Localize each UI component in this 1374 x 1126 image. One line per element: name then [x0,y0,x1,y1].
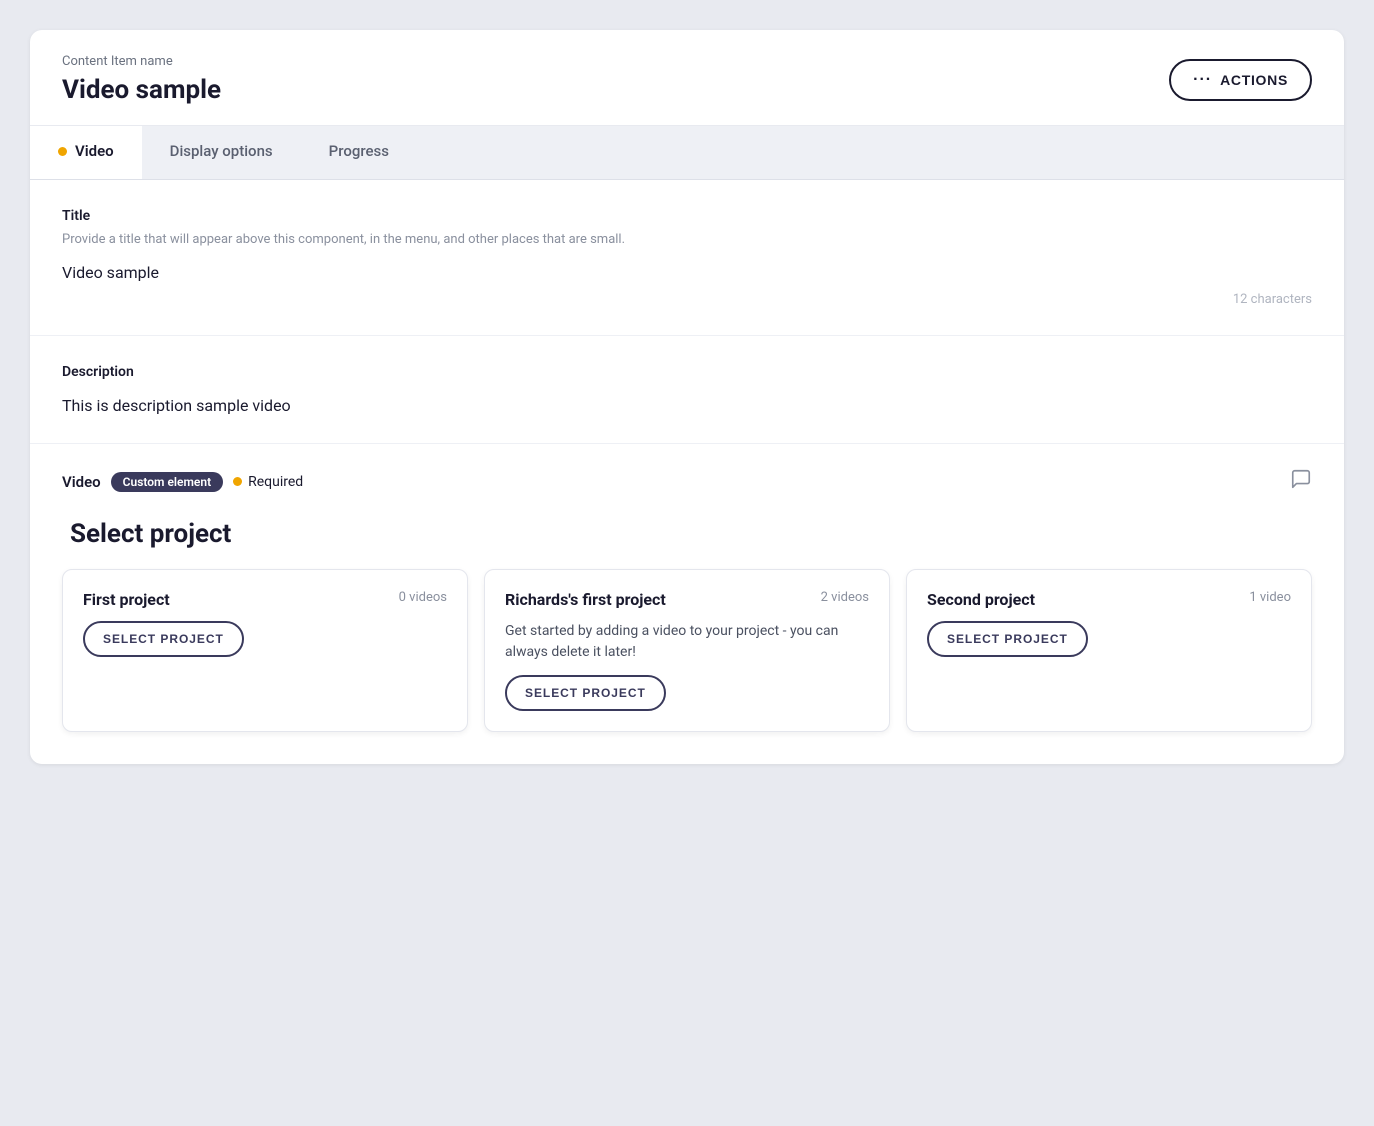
tab-progress-label: Progress [329,142,389,160]
description-value[interactable]: This is description sample video [62,396,1312,415]
select-project-btn-0[interactable]: SELECT PROJECT [83,621,244,657]
title-section: Title Provide a title that will appear a… [30,180,1344,336]
projects-grid: First project 0 videos SELECT PROJECT Ri… [62,569,1312,732]
video-count-0: 0 videos [399,590,447,605]
custom-element-badge: Custom element [111,472,223,492]
main-container: Content Item name Video sample ··· ACTIO… [30,30,1344,764]
project-card-header-0: First project 0 videos [83,590,447,609]
video-count-2: 1 video [1249,590,1291,605]
description-section: Description This is description sample v… [30,336,1344,444]
description-section-label: Description [62,364,1312,380]
title-section-label: Title [62,208,1312,224]
tab-dot-video [58,147,67,156]
select-project-btn-2[interactable]: SELECT PROJECT [927,621,1088,657]
project-card-1: Richards's first project 2 videos Get st… [484,569,890,732]
comment-icon[interactable] [1290,468,1312,495]
required-label: Required [248,474,303,490]
tab-video-label: Video [75,142,114,160]
tabs-bar: Video Display options Progress [30,126,1344,180]
project-card-header-2: Second project 1 video [927,590,1291,609]
actions-button-label: ACTIONS [1220,72,1288,88]
project-name-1: Richards's first project [505,590,666,609]
char-count: 12 characters [62,292,1312,307]
content-item-label: Content Item name [62,54,221,69]
project-name-2: Second project [927,590,1035,609]
tab-video[interactable]: Video [30,126,142,179]
header-left: Content Item name Video sample [62,54,221,105]
select-project-title: Select project [62,519,1312,549]
video-count-1: 2 videos [821,590,869,605]
project-card-header-1: Richards's first project 2 videos [505,590,869,609]
header: Content Item name Video sample ··· ACTIO… [30,30,1344,126]
dots-icon: ··· [1193,71,1212,89]
video-section: Video Custom element Required Select pro… [30,444,1344,764]
tab-progress[interactable]: Progress [301,126,417,179]
title-value[interactable]: Video sample [62,263,1312,282]
select-project-btn-1[interactable]: SELECT PROJECT [505,675,666,711]
project-description-1: Get started by adding a video to your pr… [505,621,869,663]
tab-display-options[interactable]: Display options [142,126,301,179]
project-card-0: First project 0 videos SELECT PROJECT [62,569,468,732]
required-indicator: Required [233,474,303,490]
title-section-hint: Provide a title that will appear above t… [62,232,1312,247]
required-dot [233,477,242,486]
actions-button[interactable]: ··· ACTIONS [1169,59,1312,101]
tab-display-options-label: Display options [170,142,273,160]
video-section-header: Video Custom element Required [62,468,1312,495]
content-item-title: Video sample [62,75,221,105]
project-card-2: Second project 1 video SELECT PROJECT [906,569,1312,732]
project-name-0: First project [83,590,170,609]
video-label: Video [62,473,101,491]
